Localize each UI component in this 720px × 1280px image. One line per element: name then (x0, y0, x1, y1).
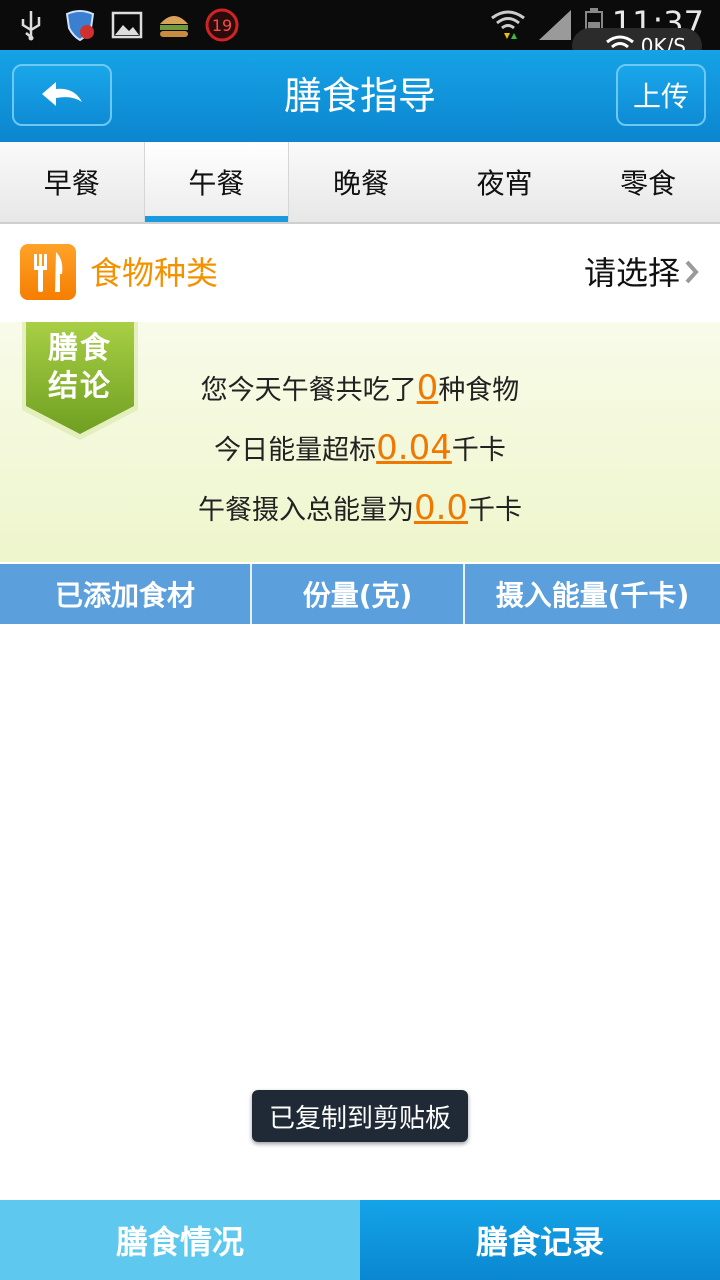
status-bar: 19 11:37 0K/S (0, 0, 720, 64)
food-count-line: 您今天午餐共吃了0种食物 (0, 368, 720, 408)
food-count-value: 0 (416, 368, 439, 408)
meal-tabs: 早餐 午餐 晚餐 夜宵 零食 (0, 142, 720, 224)
food-type-label: 食物种类 (90, 254, 219, 292)
col-amount: 份量(克) (252, 564, 465, 624)
back-arrow-icon (42, 82, 82, 106)
svg-text:19: 19 (212, 16, 232, 35)
col-energy: 摄入能量(千卡) (495, 579, 690, 612)
tab-late-night[interactable]: 夜宵 (433, 142, 577, 222)
chevron-right-icon (685, 260, 699, 284)
tab-dinner[interactable]: 晚餐 (289, 142, 433, 222)
col-added-food: 已添加食材 (0, 564, 252, 624)
energy-over-unit: 千卡 (451, 435, 506, 466)
food-count-prefix: 您今天午餐共吃了 (200, 375, 417, 406)
food-type-select[interactable]: 请选择 (584, 224, 680, 322)
badge-19-icon: 19 (204, 8, 240, 42)
tab-diet-record[interactable]: 膳食记录 (360, 1200, 720, 1280)
shield-icon (62, 8, 98, 42)
signal-icon (536, 8, 576, 42)
total-energy-line: 午餐摄入总能量为0.0千卡 (0, 488, 720, 528)
usb-icon (16, 8, 46, 42)
total-energy-value: 0.0 (413, 488, 469, 528)
back-button[interactable] (12, 64, 112, 126)
total-energy-prefix: 午餐摄入总能量为 (197, 495, 414, 526)
energy-over-prefix: 今日能量超标 (214, 435, 377, 466)
food-table-header: 已添加食材 份量(克) 摄入能量(千卡) (0, 564, 720, 624)
food-type-row[interactable]: 食物种类 请选择 (0, 224, 720, 323)
fork-knife-icon (20, 244, 76, 300)
tab-lunch[interactable]: 午餐 (143, 142, 290, 222)
bottom-tabs: 膳食情况 膳食记录 (0, 1200, 720, 1280)
tab-snack[interactable]: 零食 (576, 142, 720, 222)
energy-over-value: 0.04 (376, 428, 452, 468)
title-bar: 膳食指导 上传 (0, 50, 720, 142)
diet-conclusion-panel: 膳食 结论 您今天午餐共吃了0种食物 今日能量超标0.04千卡 午餐摄入总能量为… (0, 322, 720, 562)
tab-breakfast[interactable]: 早餐 (0, 142, 144, 222)
gallery-icon (110, 8, 144, 42)
food-count-suffix: 种食物 (438, 375, 520, 406)
toast-message: 已复制到剪贴板 (252, 1090, 468, 1142)
tab-diet-status[interactable]: 膳食情况 (0, 1200, 360, 1280)
wifi-icon (488, 8, 528, 42)
total-energy-unit: 千卡 (468, 495, 523, 526)
burger-icon (156, 8, 192, 42)
energy-over-line: 今日能量超标0.04千卡 (0, 428, 720, 468)
upload-button[interactable]: 上传 (616, 64, 706, 126)
badge-line-1: 膳食 (48, 331, 112, 366)
